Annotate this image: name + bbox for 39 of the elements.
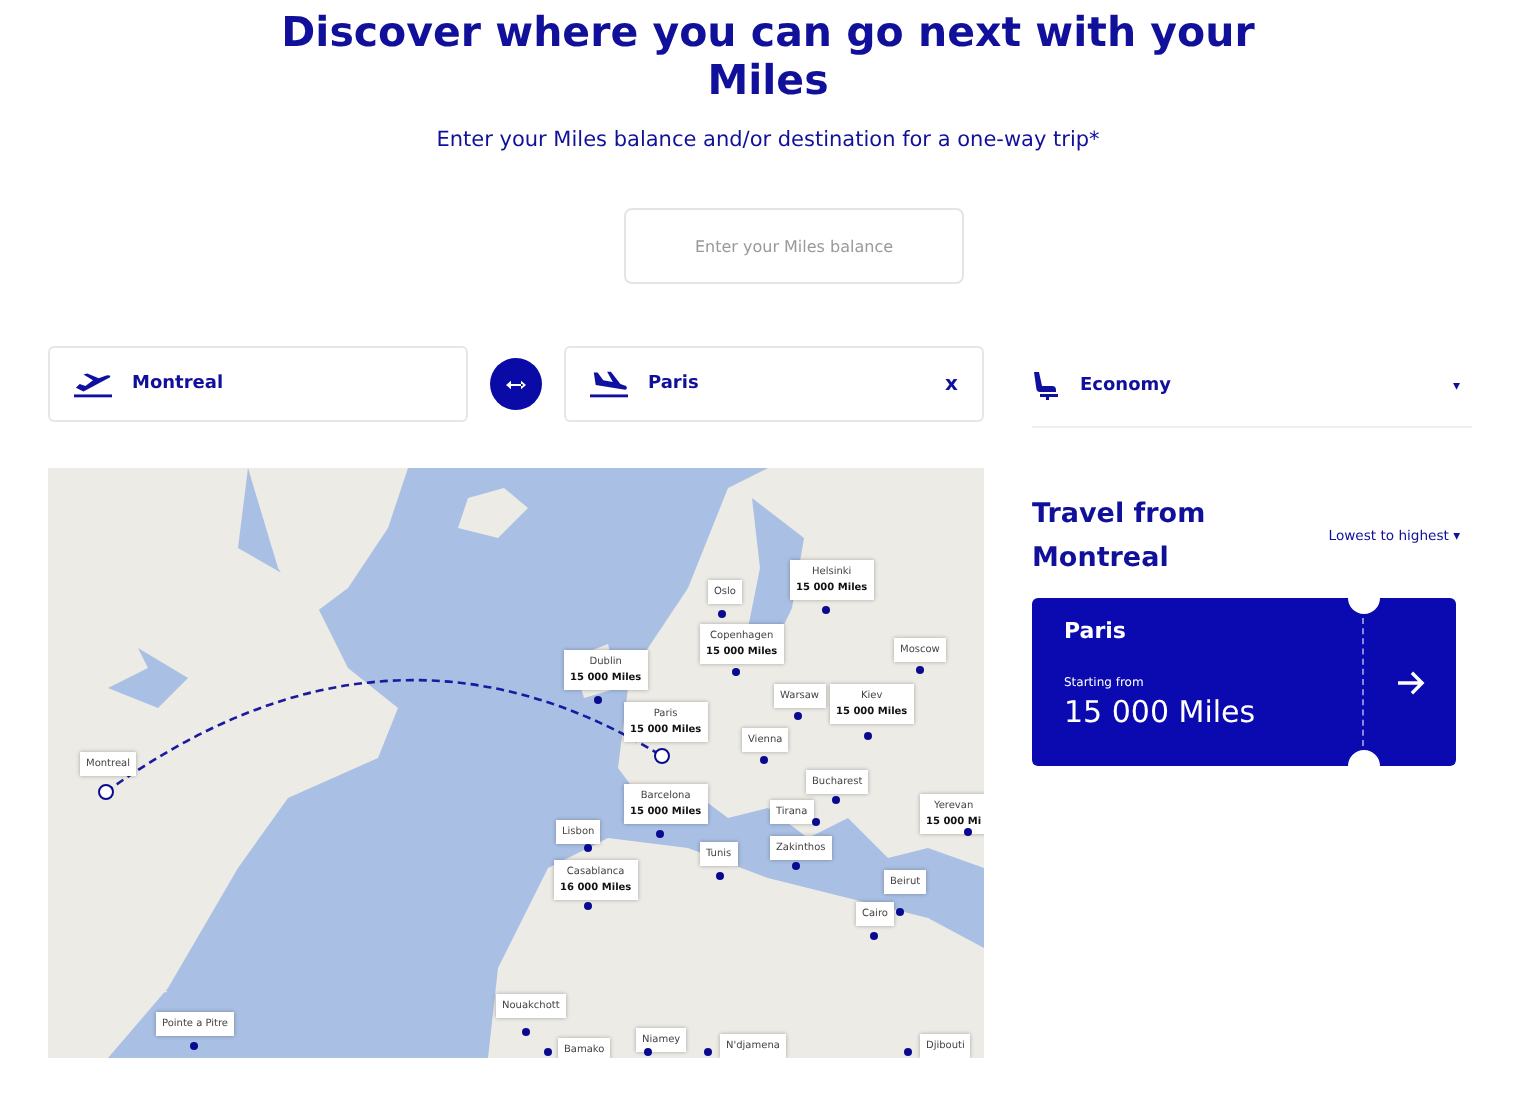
swap-button[interactable] [490, 358, 542, 410]
card-city: Paris [1064, 618, 1128, 644]
destination-marker[interactable] [832, 796, 840, 804]
takeoff-icon [74, 370, 112, 398]
destination-marker[interactable] [916, 666, 924, 674]
destination-marker[interactable] [594, 696, 602, 704]
destination-marker[interactable] [822, 606, 830, 614]
seat-icon [1032, 372, 1060, 400]
origin-field[interactable]: Montreal [48, 346, 468, 422]
destination-marker[interactable] [522, 1028, 530, 1036]
destination-marker[interactable] [644, 1048, 652, 1056]
arrow-right-icon [1395, 669, 1425, 695]
destination-marker[interactable] [704, 1048, 712, 1056]
destination-marker[interactable] [190, 1042, 198, 1050]
destination-marker[interactable] [718, 610, 726, 618]
destination-marker[interactable] [760, 756, 768, 764]
landing-icon [590, 370, 628, 398]
miles-balance-field[interactable]: Enter your Miles balance [624, 208, 964, 284]
clear-button[interactable]: x [945, 373, 958, 395]
destination-marker[interactable] [792, 862, 800, 870]
destination-marker[interactable] [732, 668, 740, 676]
results-title: Travel from Montreal [1032, 496, 1208, 578]
destination-marker[interactable] [656, 830, 664, 838]
destination-marker[interactable] [896, 908, 904, 916]
destination-marker[interactable] [904, 1048, 912, 1056]
swap-arrows-icon [506, 379, 526, 389]
destination-field[interactable]: Paris x [564, 346, 984, 422]
destination-marker[interactable] [812, 818, 820, 826]
card-price: 15 000 Miles [1064, 694, 1258, 730]
page-subheading: Enter your Miles balance and/or destination for a one-way trip* [434, 128, 1102, 152]
destination-marker[interactable] [716, 872, 724, 880]
destination-marker[interactable] [870, 932, 878, 940]
destination-marker[interactable] [964, 828, 972, 836]
destination-marker[interactable] [584, 844, 592, 852]
destination-marker[interactable] [584, 902, 592, 910]
page-heading: Discover where you can go next with your Miles [279, 6, 1257, 104]
destination-marker[interactable] [864, 732, 872, 740]
destination-marker[interactable] [794, 712, 802, 720]
destination-marker[interactable] [544, 1048, 552, 1056]
